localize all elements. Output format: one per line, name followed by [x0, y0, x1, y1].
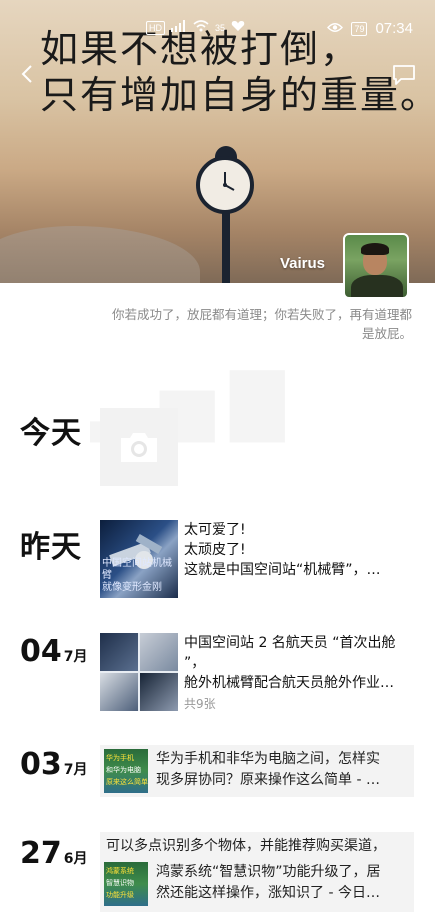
post-thumbnail[interactable]: 中国空间站机械臂 就像变形金刚 [100, 520, 178, 598]
shared-link-title: 华为手机和非华为电脑之间，怎样实 现多屏协同？原来操作这么简单 - … [156, 751, 380, 788]
chevron-left-icon [21, 65, 32, 83]
status-bar: HD 35 79 07:34 [0, 20, 435, 42]
cover-quote-line-2: 只有增加自身的重量。 [40, 73, 435, 117]
day-label-today: 今天 [20, 416, 82, 451]
wifi-icon [193, 20, 209, 35]
date-month: 6月 [63, 851, 88, 867]
date-month: 7月 [63, 762, 88, 778]
back-button[interactable] [18, 63, 38, 85]
clock-post [222, 205, 230, 283]
signal-icon [171, 20, 187, 35]
date-label: 27 6月 [20, 836, 88, 871]
username: Vairus [280, 255, 326, 272]
message-bubble-icon [393, 65, 415, 85]
post-thumbnail-grid[interactable] [100, 633, 178, 711]
network-badge: HD [146, 20, 165, 35]
shared-link-card[interactable]: 可以多点识别多个物体，并能推荐购买渠道， 鸿蒙系统 智慧识物 功能升级 鸿蒙系统… [100, 832, 414, 912]
messages-button[interactable] [391, 64, 417, 86]
post-text[interactable]: 中国空间站 2 名航天员 “首次出舱 ”， 舱外机械臂配合航天员舱外作业… [184, 633, 410, 693]
post-line: 这就是中国空间站“机械臂”，… [184, 562, 381, 578]
post-text[interactable]: 太可爱了! 太顽皮了! 这就是中国空间站“机械臂”，… [184, 520, 406, 580]
date-day: 04 [20, 634, 62, 669]
clock-time: 07:34 [375, 20, 413, 37]
shared-link-title: 鸿蒙系统“智慧识物”功能升级了，居 然还能这样操作，涨知识了 - 今日… [156, 864, 381, 901]
thumb-caption-1: 中国空间站机械臂 [102, 558, 172, 581]
date-day: 03 [20, 747, 62, 782]
battery-indicator: 79 [351, 21, 368, 36]
date-label: 03 7月 [20, 747, 88, 782]
post-line: 太顽皮了! [184, 542, 246, 558]
post-line: 舱外机械臂配合航天员舱外作业… [184, 675, 394, 691]
thumb-caption-2: 就像变形金刚 [102, 582, 162, 593]
shared-link-thumbnail: 鸿蒙系统 智慧识物 功能升级 [104, 862, 148, 906]
avatar[interactable] [343, 233, 409, 299]
post-line: 中国空间站 2 名航天员 “首次出舱 [184, 635, 396, 651]
day-label-yesterday: 昨天 [20, 530, 82, 565]
post-text: 可以多点识别多个物体，并能推荐购买渠道， [106, 838, 386, 854]
date-label: 04 7月 [20, 634, 88, 669]
shared-link-thumbnail: 华为手机 和华为电脑 原来这么简单 [104, 749, 148, 793]
eye-icon [327, 21, 344, 36]
network-speed: 35 [215, 22, 226, 33]
date-day: 27 [20, 836, 62, 871]
photo-count: 共9张 [184, 697, 216, 711]
post-photo-button[interactable] [100, 408, 178, 486]
camera-icon [121, 433, 157, 462]
shared-link-card[interactable]: 华为手机 和华为电脑 原来这么简单 华为手机和非华为电脑之间，怎样实 现多屏协同… [100, 745, 414, 797]
date-month: 7月 [63, 649, 88, 665]
hill-silhouette [0, 226, 200, 283]
post-line: ”， [184, 655, 206, 671]
post-line: 太可爱了! [184, 522, 246, 538]
clock-face [196, 156, 254, 214]
heart-icon [231, 20, 245, 35]
personal-signature: 你若成功了，放屁都有道理；你若失败了，再有道理都是放屁。 [111, 307, 412, 341]
